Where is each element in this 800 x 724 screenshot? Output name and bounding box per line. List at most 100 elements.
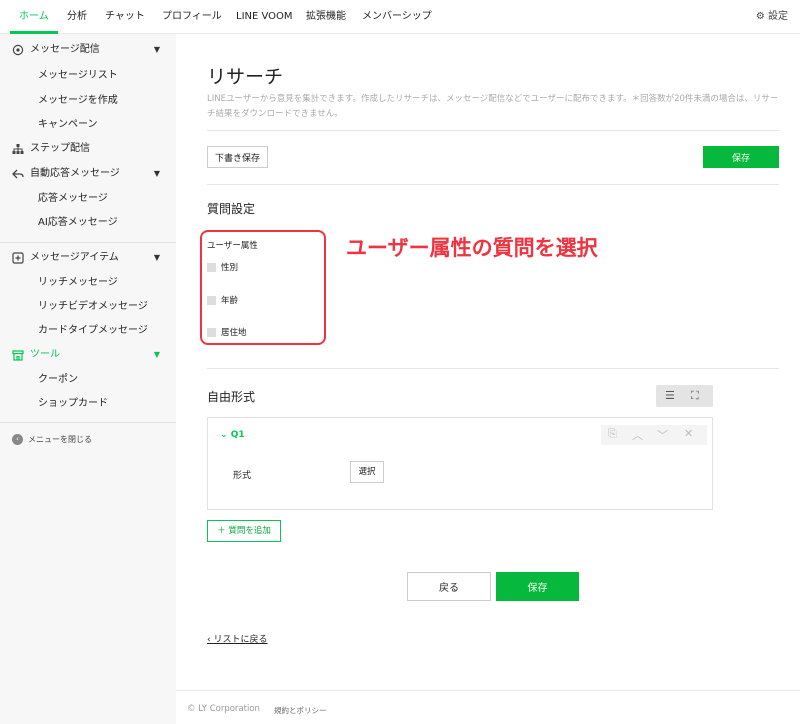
sidebar-item-label: キャンペーン (38, 119, 98, 130)
chevron-up-icon[interactable]: ︿ (632, 427, 643, 443)
back-to-list-link[interactable]: ‹ リストに戻る (207, 632, 268, 645)
user-attributes-label: ユーザー属性 (207, 241, 258, 251)
sidebar-item-label: リッチビデオメッセージ (38, 301, 148, 312)
caret-down-icon: ▼ (153, 45, 160, 54)
sidebar-item-rich-video[interactable]: リッチビデオメッセージ (0, 295, 176, 319)
sidebar-item-rich-message[interactable]: リッチメッセージ (0, 271, 176, 295)
sidebar-item-message-delivery[interactable]: メッセージ配信 ▼ (0, 38, 176, 62)
view-toggle: ☰ ⛶ (656, 385, 713, 407)
sidebar-item-label: メッセージアイテム (30, 252, 119, 263)
sidebar-item-shop-card[interactable]: ショップカード (0, 392, 176, 416)
save-draft-button[interactable]: 下書き保存 (207, 146, 268, 168)
save-bottom-button[interactable]: 保存 (496, 572, 579, 601)
sidebar-item-auto-reply[interactable]: 自動応答メッセージ ▼ (0, 162, 176, 186)
sidebar-item-ai-reply[interactable]: AI応答メッセージ (0, 211, 176, 235)
sidebar-item-label: ショップカード (38, 398, 108, 409)
question-settings-title: 質問設定 (207, 202, 256, 216)
checkbox-icon (207, 296, 216, 305)
tab-membership[interactable]: メンバーシップ (362, 0, 432, 34)
gear-icon: ⚙ (755, 11, 765, 22)
chevron-down-icon: ⌄ (220, 430, 228, 440)
question-number: Q1 (230, 430, 245, 440)
tab-home[interactable]: ホーム (10, 0, 58, 34)
question-tools: ⎘ ︿ ﹀ ✕ (601, 425, 707, 445)
free-format-title: 自由形式 (207, 390, 256, 404)
sidebar-item-label: 自動応答メッセージ (30, 168, 120, 179)
sidebar-item-label: AI応答メッセージ (38, 217, 118, 228)
chevron-left-icon: ‹ (12, 434, 23, 445)
policy-link[interactable]: 規約とポリシー (274, 705, 327, 716)
expand-icon[interactable]: ⛶ (691, 389, 699, 403)
tab-extensions[interactable]: 拡張機能 (306, 0, 346, 34)
shop-icon (12, 350, 24, 361)
format-label: 形式 (233, 471, 252, 481)
attribute-residence-checkbox[interactable]: 居住地 (207, 326, 247, 338)
sidebar-divider (0, 242, 176, 243)
sidebar-item-label: ツール (30, 349, 60, 360)
checkbox-label: 性別 (221, 263, 239, 273)
checkbox-icon (207, 263, 216, 272)
sidebar-item-label: メッセージリスト (38, 70, 118, 81)
format-select-button[interactable]: 選択 (350, 461, 384, 483)
footer: © LY Corporation 規約とポリシー (176, 690, 800, 724)
sidebar-item-tools[interactable]: ツール ▼ (0, 343, 176, 367)
page-title: リサーチ (207, 66, 284, 88)
chevron-down-icon[interactable]: ﹀ (657, 427, 668, 443)
top-nav: ホーム 分析 チャット プロフィール LINE VOOM 拡張機能 メンバーシッ… (0, 0, 800, 34)
divider (207, 184, 779, 185)
sidebar-item-label: メッセージを作成 (38, 95, 118, 106)
sidebar-divider (0, 422, 176, 423)
sidebar-item-label: クーポン (38, 374, 78, 385)
back-button[interactable]: 戻る (407, 572, 491, 601)
close-icon[interactable]: ✕ (684, 427, 693, 440)
sidebar-item-campaign[interactable]: キャンペーン (0, 113, 176, 137)
back-to-list-label: リストに戻る (213, 635, 268, 645)
sidebar-item-label: メッセージ配信 (30, 44, 100, 55)
caret-down-icon: ▼ (153, 253, 160, 262)
sidebar-item-create-message[interactable]: メッセージを作成 (0, 89, 176, 113)
attribute-age-checkbox[interactable]: 年齢 (207, 294, 238, 306)
tab-chat[interactable]: チャット (105, 0, 145, 34)
hierarchy-icon (12, 144, 24, 154)
page-description: LINEユーザーから意見を集計できます。作成したリサーチは、メッセージ配信などで… (207, 94, 779, 119)
caret-down-icon: ▼ (153, 169, 160, 178)
message-item-icon (12, 252, 24, 264)
sidebar-item-coupon[interactable]: クーポン (0, 368, 176, 392)
checkbox-icon (207, 328, 216, 337)
sidebar-item-message-list[interactable]: メッセージリスト (0, 64, 176, 88)
reply-icon (12, 169, 24, 179)
sidebar-item-card-type[interactable]: カードタイプメッセージ (0, 319, 176, 343)
broadcast-icon (12, 44, 24, 56)
sidebar-item-message-items[interactable]: メッセージアイテム ▼ (0, 246, 176, 270)
question-card: ⌄ Q1 ⎘ ︿ ﹀ ✕ 形式 選択 (207, 417, 713, 510)
chevron-left-icon: ‹ (207, 635, 211, 645)
main-content: リサーチ LINEユーザーから意見を集計できます。作成したリサーチは、メッセージ… (176, 34, 800, 724)
list-view-icon[interactable]: ☰ (665, 389, 675, 402)
save-button[interactable]: 保存 (703, 146, 779, 168)
annotation-text: ユーザー属性の質問を選択 (346, 236, 598, 260)
checkbox-label: 居住地 (221, 328, 247, 338)
tab-line-voom[interactable]: LINE VOOM (236, 0, 293, 34)
close-menu-label: メニューを閉じる (28, 435, 92, 444)
sidebar-item-label: ステップ配信 (30, 143, 90, 154)
sidebar: メッセージ配信 ▼ メッセージリスト メッセージを作成 キャンペーン ステップ配… (0, 34, 176, 724)
question-label[interactable]: ⌄ Q1 (220, 430, 245, 440)
divider (207, 130, 779, 131)
sidebar-item-label: カードタイプメッセージ (38, 325, 148, 336)
divider (207, 368, 779, 369)
tab-profile[interactable]: プロフィール (162, 0, 222, 34)
settings-button[interactable]: ⚙ 設定 (756, 0, 788, 34)
attribute-gender-checkbox[interactable]: 性別 (207, 261, 238, 273)
copy-icon[interactable]: ⎘ (608, 427, 617, 441)
sidebar-item-step-delivery[interactable]: ステップ配信 (0, 137, 176, 161)
caret-down-icon: ▼ (153, 350, 160, 359)
add-question-button[interactable]: ＋ 質問を追加 (207, 520, 281, 542)
sidebar-item-label: リッチメッセージ (38, 277, 118, 288)
sidebar-item-label: 応答メッセージ (38, 193, 108, 204)
settings-label: 設定 (768, 11, 788, 22)
tab-analytics[interactable]: 分析 (67, 0, 87, 34)
close-menu-button[interactable]: ‹ メニューを閉じる (12, 434, 92, 445)
copyright: © LY Corporation (187, 704, 260, 714)
sidebar-item-reply-message[interactable]: 応答メッセージ (0, 187, 176, 211)
checkbox-label: 年齢 (221, 296, 239, 306)
